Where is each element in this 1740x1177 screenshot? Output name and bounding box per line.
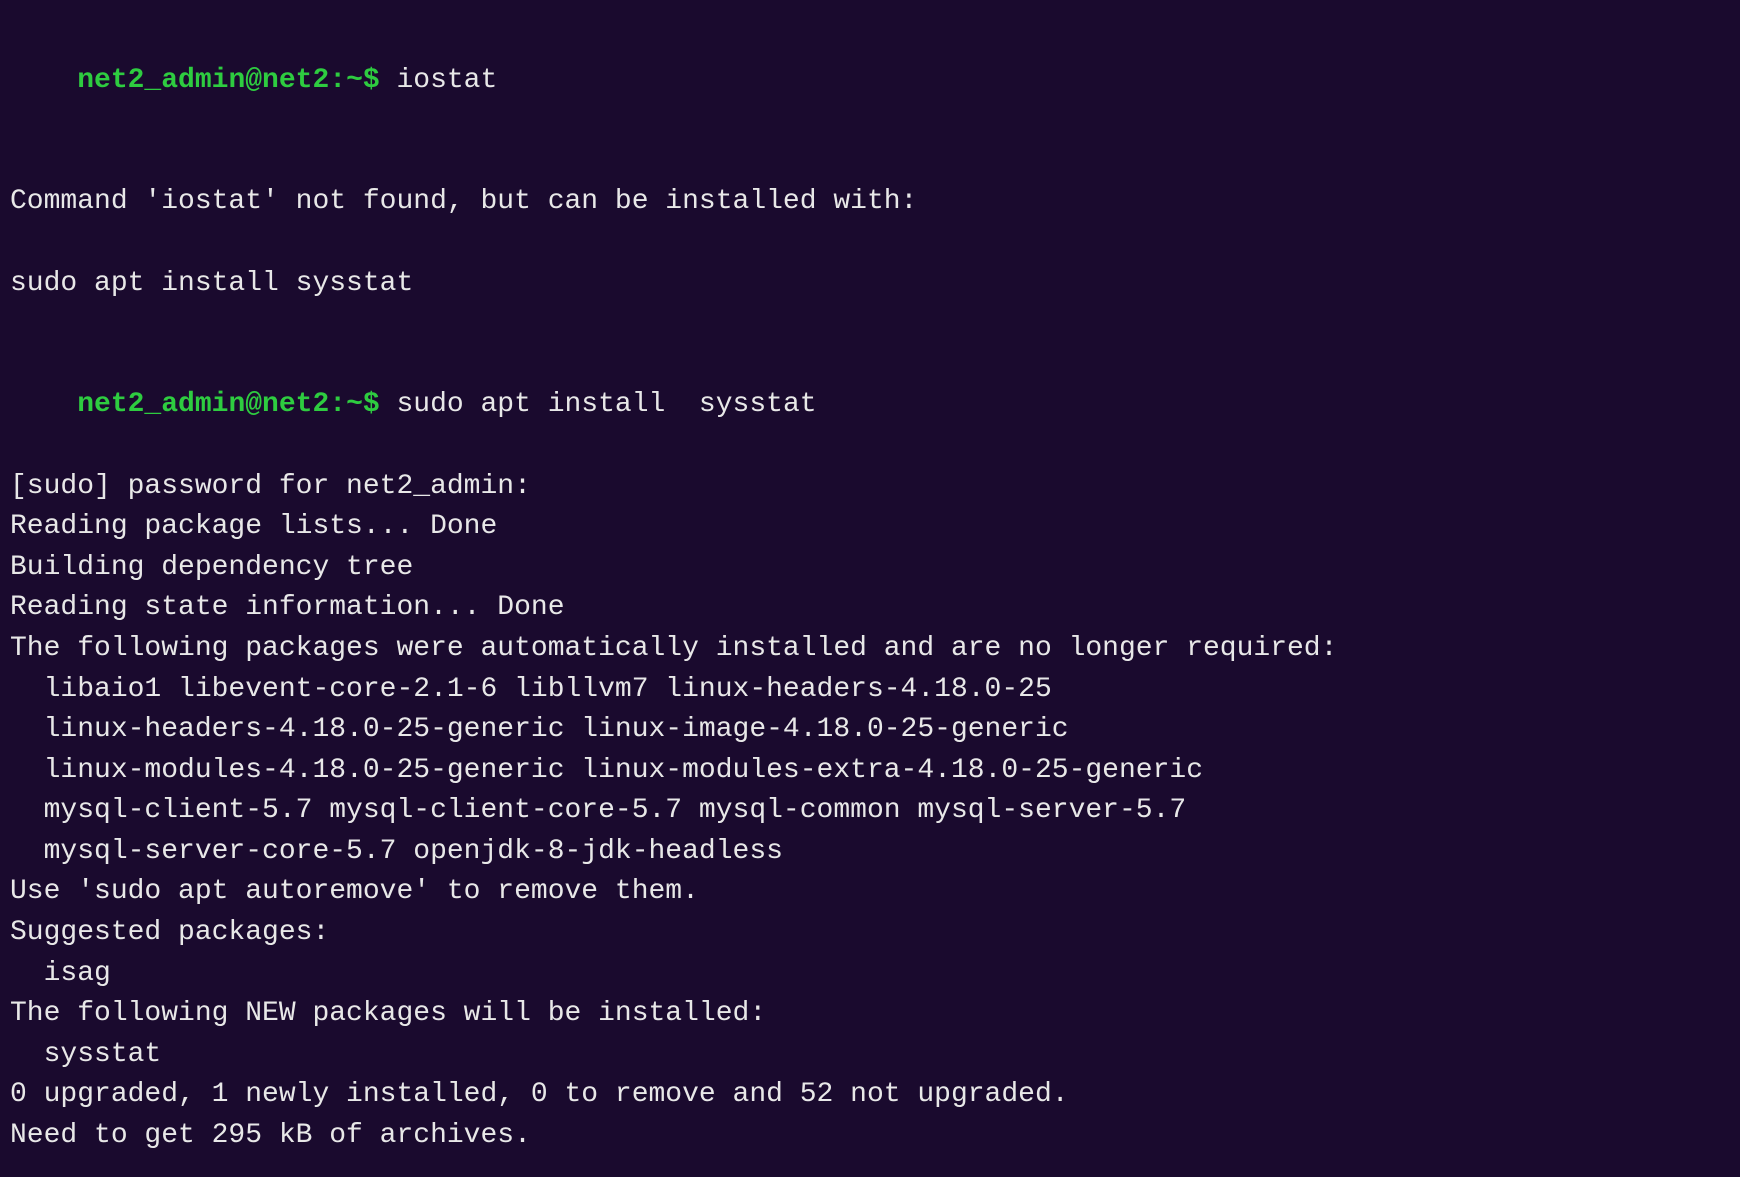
terminal-line-22: sysstat	[10, 1035, 1730, 1076]
terminal-line-7: net2_admin@net2:~$ sudo apt install syss…	[10, 345, 1730, 467]
terminal-line-1: net2_admin@net2:~$ iostat	[10, 20, 1730, 142]
terminal-line-16: mysql-client-5.7 mysql-client-core-5.7 m…	[10, 791, 1730, 832]
empty-line-4	[10, 223, 1730, 264]
prompt-1: net2_admin@net2:~$	[77, 65, 379, 96]
terminal-line-17: mysql-server-core-5.7 openjdk-8-jdk-head…	[10, 832, 1730, 873]
terminal-line-9: Reading package lists... Done	[10, 507, 1730, 548]
terminal-line-20: isag	[10, 954, 1730, 995]
terminal-line-12: The following packages were automaticall…	[10, 629, 1730, 670]
command-1: iostat	[380, 65, 498, 96]
terminal-line-19: Suggested packages:	[10, 913, 1730, 954]
prompt-2: net2_admin@net2:~$	[77, 389, 379, 420]
terminal-line-23: 0 upgraded, 1 newly installed, 0 to remo…	[10, 1075, 1730, 1116]
terminal-line-21: The following NEW packages will be insta…	[10, 994, 1730, 1035]
terminal-line-3: Command 'iostat' not found, but can be i…	[10, 182, 1730, 223]
command-2: sudo apt install sysstat	[380, 389, 817, 420]
empty-line-2	[10, 142, 1730, 183]
empty-line-6	[10, 304, 1730, 345]
terminal-line-15: linux-modules-4.18.0-25-generic linux-mo…	[10, 751, 1730, 792]
terminal-window: net2_admin@net2:~$ iostat Command 'iosta…	[10, 20, 1730, 1157]
terminal-line-5: sudo apt install sysstat	[10, 264, 1730, 305]
terminal-line-10: Building dependency tree	[10, 548, 1730, 589]
terminal-line-11: Reading state information... Done	[10, 588, 1730, 629]
terminal-line-13: libaio1 libevent-core-2.1-6 libllvm7 lin…	[10, 670, 1730, 711]
terminal-line-18: Use 'sudo apt autoremove' to remove them…	[10, 872, 1730, 913]
terminal-line-8: [sudo] password for net2_admin:	[10, 467, 1730, 508]
terminal-line-14: linux-headers-4.18.0-25-generic linux-im…	[10, 710, 1730, 751]
terminal-line-24: Need to get 295 kB of archives.	[10, 1116, 1730, 1157]
